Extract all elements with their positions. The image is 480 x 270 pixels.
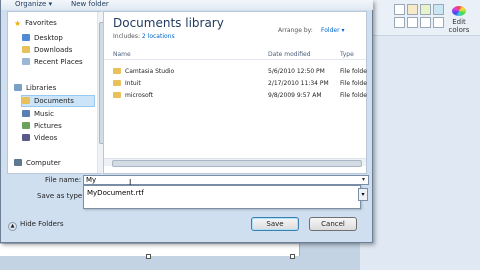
column-type[interactable]: Type xyxy=(340,51,354,58)
nav-videos[interactable]: Videos xyxy=(22,133,57,143)
cancel-button[interactable]: Cancel xyxy=(309,217,357,231)
file-row[interactable]: Camtasia Studio 5/6/2010 12:50 PM File f… xyxy=(104,66,367,77)
nav-favorites[interactable]: ★ Favorites xyxy=(14,18,57,28)
save-button[interactable]: Save xyxy=(251,217,299,231)
paint-canvas[interactable] xyxy=(0,244,300,259)
nav-desktop[interactable]: Desktop xyxy=(22,33,63,43)
color-swatch[interactable] xyxy=(394,17,405,28)
column-date-modified[interactable]: Date modified xyxy=(268,51,311,58)
locations-link[interactable]: 2 locations xyxy=(142,33,175,40)
nav-computer[interactable]: Computer xyxy=(14,158,61,168)
resize-handle[interactable] xyxy=(146,254,151,259)
file-name-label: File name: xyxy=(45,176,82,184)
arrange-by-dropdown[interactable]: Folder ▾ xyxy=(321,27,344,34)
autocomplete-list: MyDocument.rtf xyxy=(83,185,361,209)
color-swatch[interactable] xyxy=(433,4,444,15)
nav-music[interactable]: Music xyxy=(22,109,54,119)
videos-icon xyxy=(22,134,30,141)
save-as-type-label: Save as type: xyxy=(37,192,85,200)
file-list-pane: Documents library Includes: 2 locations … xyxy=(103,11,367,174)
color-swatch[interactable] xyxy=(420,17,431,28)
nav-downloads[interactable]: Downloads xyxy=(22,45,72,55)
library-includes: Includes: 2 locations xyxy=(113,33,175,40)
color-swatch[interactable] xyxy=(407,17,418,28)
column-headers: Name Date modified Type xyxy=(104,48,366,60)
folder-icon xyxy=(113,92,121,98)
file-row[interactable]: microsoft 9/8/2009 9:57 AM File folde xyxy=(104,90,367,101)
nav-libraries[interactable]: Libraries xyxy=(14,83,56,93)
horizontal-scrollbar[interactable] xyxy=(104,158,366,167)
autocomplete-item[interactable]: MyDocument.rtf xyxy=(87,189,144,197)
color-swatch[interactable] xyxy=(433,17,444,28)
save-as-dialog: Organize ▾ New folder ★ Favorites Desktop… xyxy=(0,0,373,243)
hide-folders-button[interactable]: ▲ Hide Folders xyxy=(8,220,63,231)
documents-icon xyxy=(22,97,30,104)
save-as-type-dropdown[interactable]: ▾ xyxy=(358,188,368,201)
file-row[interactable]: Intuit 2/17/2010 11:34 PM File folde xyxy=(104,78,367,89)
paint-window-background xyxy=(360,0,480,270)
edit-colors-button[interactable]: Edit colors xyxy=(446,6,472,34)
nav-pictures[interactable]: Pictures xyxy=(22,121,62,131)
file-name-input[interactable]: My xyxy=(83,175,369,185)
music-icon xyxy=(22,110,30,117)
folder-icon xyxy=(113,68,121,74)
edit-colors-label: Edit colors xyxy=(448,18,470,34)
downloads-folder-icon xyxy=(22,46,30,53)
color-swatch[interactable] xyxy=(420,4,431,15)
color-swatch[interactable] xyxy=(407,4,418,15)
new-folder-button[interactable]: New folder xyxy=(71,0,109,8)
folder-icon xyxy=(113,80,121,86)
color-wheel-icon xyxy=(452,6,466,16)
recent-places-icon xyxy=(22,58,30,65)
nav-documents[interactable]: Documents xyxy=(21,95,95,107)
command-bar: Organize ▾ New folder xyxy=(1,0,373,10)
resize-handle[interactable] xyxy=(290,254,295,259)
computer-icon xyxy=(14,159,22,166)
arrange-by-label: Arrange by: xyxy=(278,27,313,34)
scrollbar-thumb[interactable] xyxy=(112,160,362,167)
navigation-pane: ★ Favorites Desktop Downloads Recent Plac… xyxy=(7,11,106,174)
chevron-down-icon[interactable]: ▾ xyxy=(359,176,368,184)
library-title: Documents library xyxy=(113,16,224,30)
color-swatch[interactable] xyxy=(394,4,405,15)
chevron-up-icon: ▲ xyxy=(8,222,17,231)
pictures-icon xyxy=(22,122,30,129)
column-name[interactable]: Name xyxy=(113,51,131,58)
desktop-icon xyxy=(22,34,30,41)
star-icon: ★ xyxy=(14,19,22,28)
libraries-icon xyxy=(14,84,22,91)
nav-recent-places[interactable]: Recent Places xyxy=(22,57,83,67)
organize-button[interactable]: Organize ▾ xyxy=(15,0,52,8)
text-cursor-icon: I xyxy=(129,178,132,187)
